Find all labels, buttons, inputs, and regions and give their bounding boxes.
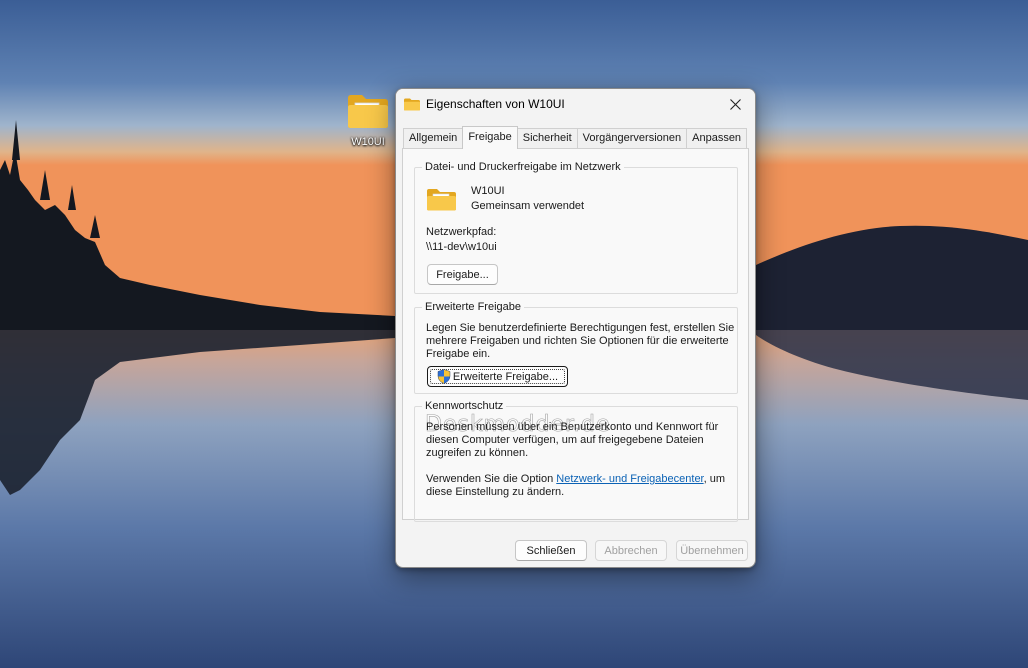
tab-vorgaengerversionen[interactable]: Vorgängerversionen bbox=[576, 128, 688, 149]
shared-folder-name: W10UI bbox=[471, 185, 505, 197]
close-icon bbox=[729, 98, 741, 110]
advanced-share-description-3: Freigabe ein. bbox=[426, 348, 491, 360]
advanced-share-button[interactable]: Erweiterte Freigabe... bbox=[427, 366, 568, 387]
password-text-2: diesen Computer verfügen, um auf freigeg… bbox=[426, 434, 704, 446]
folder-icon bbox=[404, 98, 420, 110]
advanced-share-description-1: Legen Sie benutzerdefinierte Berechtigun… bbox=[426, 322, 735, 334]
password-option-line: Verwenden Sie die Option Netzwerk- und F… bbox=[426, 473, 725, 486]
share-button[interactable]: Freigabe... bbox=[427, 264, 498, 285]
password-option-line-2: diese Einstellung zu ändern. bbox=[426, 486, 565, 498]
option-suffix: , um bbox=[703, 473, 726, 485]
share-button-label: Freigabe... bbox=[436, 268, 489, 281]
tab-allgemein[interactable]: Allgemein bbox=[403, 128, 464, 149]
network-sharing-center-link[interactable]: Netzwerk- und Freigabecenter bbox=[556, 473, 703, 485]
group-title: Erweiterte Freigabe bbox=[422, 301, 524, 313]
option-prefix: Verwenden Sie die Option bbox=[426, 473, 557, 485]
apply-button-label: Übernehmen bbox=[680, 544, 744, 557]
cancel-button[interactable]: Abbrechen bbox=[595, 540, 667, 561]
group-title: Datei- und Druckerfreigabe im Netzwerk bbox=[422, 161, 624, 173]
network-path-value: \\11-dev\w10ui bbox=[426, 241, 497, 253]
share-status: Gemeinsam verwendet bbox=[471, 200, 585, 212]
close-dialog-button[interactable]: Schließen bbox=[515, 540, 587, 561]
properties-dialog: Eigenschaften von W10UI Allgemein Freiga… bbox=[395, 88, 756, 568]
tab-sicherheit[interactable]: Sicherheit bbox=[516, 128, 578, 149]
close-button[interactable] bbox=[715, 89, 755, 119]
password-text-1: Personen müssen über ein Benutzerkonto u… bbox=[426, 421, 719, 433]
advanced-share-button-label: Erweiterte Freigabe... bbox=[452, 370, 559, 383]
folder-icon bbox=[427, 189, 456, 211]
tab-freigabe[interactable]: Freigabe bbox=[462, 126, 518, 149]
advanced-share-description-2: mehrere Freigaben und richten Sie Option… bbox=[426, 335, 729, 347]
desktop-folder-w10ui[interactable]: W10UI bbox=[340, 90, 396, 156]
network-share-group: Datei- und Druckerfreigabe im Netzwerk W… bbox=[414, 161, 738, 294]
close-button-label: Schließen bbox=[526, 544, 576, 557]
password-text-3: zugreifen zu können. bbox=[426, 447, 529, 459]
apply-button[interactable]: Übernehmen bbox=[676, 540, 748, 561]
password-protection-group: Kennwortschutz Personen müssen über ein … bbox=[414, 400, 738, 522]
group-title: Kennwortschutz bbox=[422, 400, 507, 412]
tab-anpassen[interactable]: Anpassen bbox=[686, 128, 748, 149]
folder-icon bbox=[348, 95, 388, 128]
tab-strip: Allgemein Freigabe Sicherheit Vorgängerv… bbox=[403, 126, 748, 149]
network-path-label: Netzwerkpfad: bbox=[426, 226, 497, 238]
desktop-icon-label: W10UI bbox=[351, 136, 385, 148]
title-bar[interactable]: Eigenschaften von W10UI bbox=[396, 89, 755, 119]
cancel-button-label: Abbrechen bbox=[604, 544, 658, 557]
advanced-share-group: Erweiterte Freigabe Legen Sie benutzerde… bbox=[414, 301, 738, 394]
tab-panel-freigabe: Datei- und Druckerfreigabe im Netzwerk W… bbox=[402, 148, 749, 522]
uac-shield-icon bbox=[437, 369, 451, 384]
dialog-title: Eigenschaften von W10UI bbox=[426, 97, 565, 111]
